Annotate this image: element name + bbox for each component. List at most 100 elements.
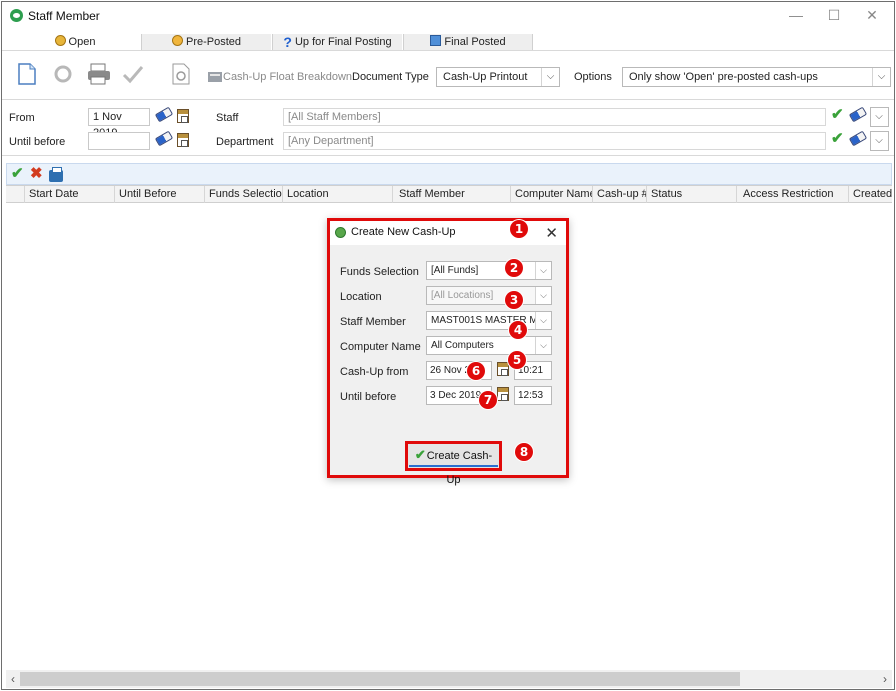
document-type-select[interactable]: Cash-Up Printout ⌵ — [436, 67, 560, 87]
dialog-close-button[interactable]: ✕ — [545, 224, 558, 242]
scroll-right-arrow[interactable]: › — [878, 670, 892, 688]
cash-up-float-breakdown-button[interactable]: Cash-Up Float Breakdown — [223, 71, 352, 83]
eraser-icon[interactable] — [154, 130, 174, 147]
until-before-label: Until before — [9, 136, 66, 148]
column-cash-up-number[interactable]: Cash-up # — [592, 186, 646, 203]
column-computer-name[interactable]: Computer Name — [510, 186, 592, 203]
computer-name-value: All Computers — [431, 340, 494, 351]
staff-dropdown-button[interactable]: ⌵ — [870, 107, 889, 127]
annotation-badge-8: 8 — [515, 443, 533, 461]
annotation-badge-7: 7 — [479, 391, 497, 409]
horizontal-scrollbar[interactable]: ‹ › — [6, 670, 892, 688]
tab-up-for-final-posting[interactable]: ? Up for Final Posting — [272, 34, 402, 51]
until-before-time-field[interactable]: 12:53 — [514, 386, 552, 405]
column-status[interactable]: Status — [646, 186, 736, 203]
staff-member-value: MAST001S MASTER MAS — [431, 315, 552, 326]
column-staff-member[interactable]: Staff Member — [392, 186, 510, 203]
chevron-down-icon: ⌵ — [872, 68, 890, 86]
eraser-icon[interactable] — [154, 106, 174, 123]
chevron-down-icon: ⌵ — [875, 111, 883, 122]
computer-name-select[interactable]: All Computers ⌵ — [426, 336, 552, 355]
location-label: Location — [340, 291, 382, 303]
dialog-title: Create New Cash-Up — [351, 226, 456, 238]
annotation-badge-2: 2 — [505, 259, 523, 277]
deselect-x-icon[interactable]: ✖ — [30, 166, 43, 181]
open-lock-icon — [54, 35, 66, 46]
question-icon: ? — [283, 34, 292, 50]
chevron-down-icon: ⌵ — [541, 68, 559, 86]
until-before-dialog-label: Until before — [340, 391, 397, 403]
tab-divider — [2, 50, 894, 51]
funds-selection-label: Funds Selection — [340, 266, 419, 278]
annotation-badge-3: 3 — [505, 291, 523, 309]
dialog-app-icon — [335, 227, 346, 238]
document-type-value: Cash-Up Printout — [443, 71, 528, 83]
department-dropdown-button[interactable]: ⌵ — [870, 131, 889, 151]
dialog-title-bar: Create New Cash-Up ✕ — [330, 221, 566, 245]
department-label: Department — [216, 136, 274, 148]
eraser-icon[interactable] — [848, 130, 868, 147]
calendar-icon[interactable] — [177, 109, 189, 126]
chevron-down-icon: ⌵ — [875, 135, 883, 146]
column-until-before[interactable]: Until Before — [114, 186, 204, 203]
staff-filter-field[interactable]: [All Staff Members] — [283, 108, 826, 126]
close-button[interactable]: ✕ — [858, 6, 886, 24]
options-label: Options — [574, 71, 612, 83]
pre-posted-icon — [171, 35, 183, 46]
eraser-icon[interactable] — [848, 106, 868, 123]
tab-up-for-final-posting-label: Up for Final Posting — [294, 36, 392, 48]
minimize-button[interactable]: — — [782, 6, 810, 24]
annotation-badge-4: 4 — [509, 321, 527, 339]
new-document-icon[interactable] — [18, 63, 36, 88]
funds-selection-select[interactable]: [All Funds] ⌵ — [426, 261, 552, 280]
print-grid-icon[interactable] — [49, 167, 63, 185]
scroll-thumb[interactable] — [20, 672, 740, 686]
column-created[interactable]: Created — [848, 186, 892, 203]
filter-divider — [2, 155, 894, 156]
tab-open[interactable]: Open — [10, 34, 140, 51]
location-select[interactable]: [All Locations] ⌵ — [426, 286, 552, 305]
options-value: Only show 'Open' pre-posted cash-ups — [629, 71, 818, 83]
tab-pre-posted[interactable]: Pre-Posted — [141, 34, 271, 51]
select-all-check-icon[interactable]: ✔ — [11, 166, 24, 181]
calendar-icon[interactable] — [177, 133, 189, 150]
annotation-badge-5: 5 — [508, 351, 526, 369]
accept-check-icon[interactable]: ✔ — [831, 131, 844, 146]
until-before-date-field[interactable] — [88, 132, 150, 150]
staff-member-label: Staff Member — [340, 316, 406, 328]
funds-selection-value: [All Funds] — [431, 265, 479, 276]
chevron-down-icon: ⌵ — [535, 337, 551, 354]
toolbar-divider — [2, 99, 894, 100]
column-funds-selection[interactable]: Funds Selection — [204, 186, 282, 203]
maximize-button[interactable]: ☐ — [820, 6, 848, 24]
column-location[interactable]: Location — [282, 186, 392, 203]
staff-member-select[interactable]: MAST001S MASTER MAS ⌵ — [426, 311, 552, 330]
annotation-badge-6: 6 — [467, 362, 485, 380]
document-refresh-icon[interactable] — [172, 63, 190, 88]
print-icon[interactable] — [87, 63, 111, 88]
window-title: Staff Member — [28, 9, 100, 23]
cash-up-from-label: Cash-Up from — [340, 366, 409, 378]
grid-header: Start Date Until Before Funds Selection … — [6, 185, 892, 203]
tab-open-label: Open — [68, 36, 96, 48]
create-cash-up-dialog: Create New Cash-Up ✕ Funds Selection [Al… — [327, 218, 569, 486]
calculator-icon — [208, 72, 222, 85]
calendar-icon[interactable] — [497, 362, 509, 379]
scroll-left-arrow[interactable]: ‹ — [6, 670, 20, 688]
tab-final-posted[interactable]: Final Posted — [403, 34, 533, 51]
app-icon — [10, 9, 23, 22]
from-date-field[interactable]: 1 Nov 2019 — [88, 108, 150, 139]
chevron-down-icon: ⌵ — [535, 287, 551, 304]
calendar-icon[interactable] — [497, 387, 509, 404]
title-bar: Staff Member — ☐ ✕ — [2, 2, 894, 30]
refresh-icon[interactable] — [52, 63, 74, 88]
column-start-date[interactable]: Start Date — [24, 186, 114, 203]
approve-check-icon[interactable] — [122, 63, 144, 88]
department-filter-field[interactable]: [Any Department] — [283, 132, 826, 150]
create-cash-up-button[interactable]: ✔Create Cash-Up — [405, 441, 502, 486]
accept-check-icon[interactable]: ✔ — [831, 107, 844, 122]
check-icon: ✔ — [414, 447, 426, 462]
column-access-restriction[interactable]: Access Restriction — [736, 186, 848, 203]
chevron-down-icon: ⌵ — [535, 312, 551, 329]
options-select[interactable]: Only show 'Open' pre-posted cash-ups ⌵ — [622, 67, 891, 87]
